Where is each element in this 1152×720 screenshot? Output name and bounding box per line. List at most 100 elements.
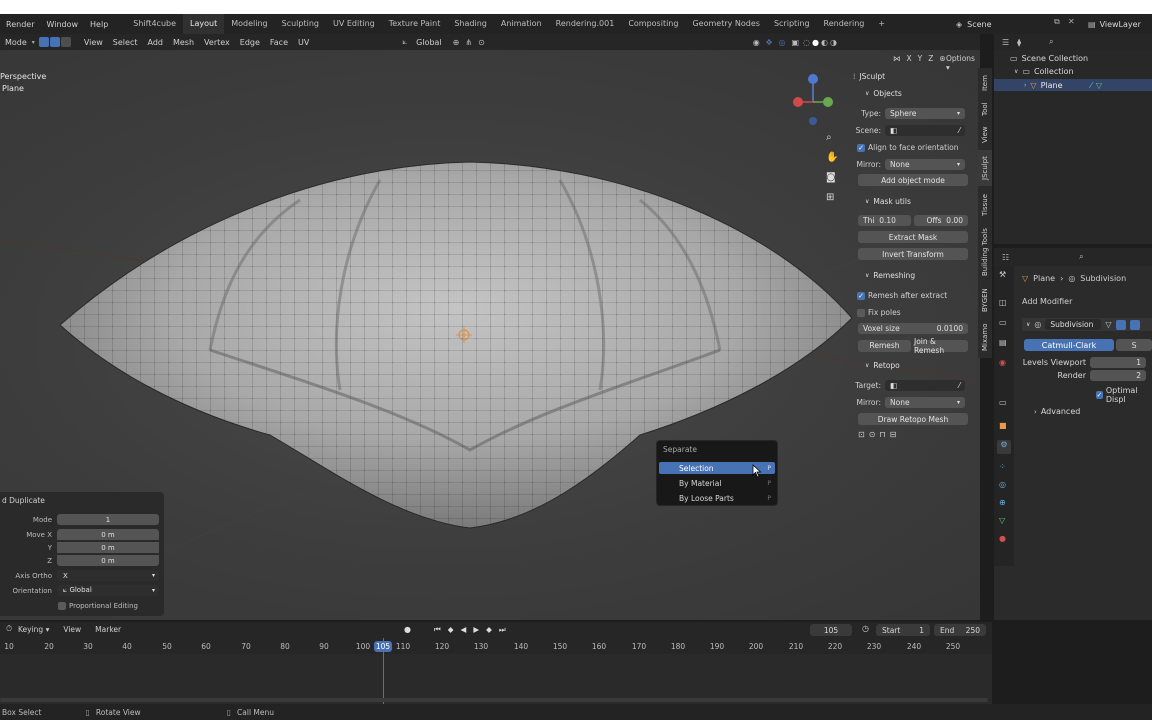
- pan-hand-icon[interactable]: ✋: [826, 152, 838, 163]
- tab-view[interactable]: View: [978, 124, 992, 146]
- mirror-axis-x[interactable]: X: [907, 54, 912, 63]
- eyedropper-icon[interactable]: ⁄: [959, 381, 960, 390]
- record-icon[interactable]: ●: [404, 625, 411, 634]
- extract-mask-button[interactable]: Extract Mask: [858, 231, 968, 243]
- particles-tab-icon[interactable]: ⁘: [999, 462, 1006, 471]
- redo-proportional-checkbox[interactable]: [58, 601, 66, 610]
- retopo-section[interactable]: ∨ Retopo: [865, 359, 990, 372]
- tool-tab-icon[interactable]: ⚒: [999, 270, 1006, 279]
- jump-end-icon[interactable]: ⏭: [499, 625, 506, 635]
- menu-marker[interactable]: Marker: [95, 625, 121, 634]
- menu-uv[interactable]: UV: [293, 38, 314, 47]
- ws-tab-shading[interactable]: Shading: [447, 14, 494, 34]
- levels-viewport-field[interactable]: 1: [1090, 357, 1146, 368]
- select-vertex-icon[interactable]: [38, 37, 49, 47]
- align-face-checkbox[interactable]: ✓: [857, 143, 865, 152]
- fix-poles-row[interactable]: Fix poles: [857, 306, 982, 319]
- menu-keying[interactable]: Keying ▾: [18, 625, 49, 634]
- properties-editor-icon[interactable]: ☷: [1002, 253, 1009, 262]
- object-tab-icon[interactable]: ■: [999, 421, 1007, 430]
- timeline-ruler[interactable]: [0, 638, 992, 654]
- menu-timeline-view[interactable]: View: [63, 625, 81, 634]
- redo-y-field[interactable]: 0 m: [57, 542, 159, 553]
- retopo-tool-3-icon[interactable]: ⊓: [879, 430, 885, 439]
- data-tab-icon[interactable]: ▽: [999, 516, 1005, 525]
- physics-tab-icon[interactable]: ◎: [999, 480, 1006, 489]
- fix-poles-checkbox[interactable]: [857, 308, 865, 317]
- xray-icon[interactable]: ▣: [791, 38, 799, 47]
- output-tab-icon[interactable]: ▭: [999, 318, 1007, 327]
- add-modifier-button[interactable]: Add Modifier: [1022, 297, 1072, 306]
- retopo-tool-1-icon[interactable]: ⊡: [858, 430, 865, 439]
- remesh-after-row[interactable]: ✓ Remesh after extract: [857, 289, 982, 302]
- redo-mode-field[interactable]: 1: [57, 514, 159, 525]
- outliner-scene-collection[interactable]: ▭ Scene Collection: [1010, 54, 1088, 63]
- tab-tissue[interactable]: Tissue: [978, 190, 992, 220]
- ws-tab-geometry-nodes[interactable]: Geometry Nodes: [685, 14, 766, 34]
- mirror-axis-y[interactable]: Y: [918, 54, 923, 63]
- ws-tab-texture-paint[interactable]: Texture Paint: [382, 14, 448, 34]
- type-dropdown[interactable]: Sphere ▾: [885, 108, 965, 119]
- shading-wire-icon[interactable]: ◌: [803, 38, 810, 47]
- redo-movex-field[interactable]: 0 m: [57, 529, 159, 540]
- tab-building-tools[interactable]: Building Tools: [978, 224, 992, 280]
- scene-selector[interactable]: ◈ Scene: [956, 17, 1016, 31]
- material-tab-icon[interactable]: ●: [999, 534, 1006, 543]
- menu-face[interactable]: Face: [265, 38, 293, 47]
- optimal-display-row[interactable]: ✓ Optimal Displ: [1096, 386, 1152, 404]
- modifier-name-field[interactable]: Subdivision: [1045, 319, 1102, 330]
- filter-icon[interactable]: ▽: [1105, 320, 1111, 329]
- redo-proportional-row[interactable]: Proportional Editing: [58, 600, 158, 611]
- search-icon[interactable]: ⌕: [1079, 252, 1083, 262]
- viewlayer-selector[interactable]: ▤ ViewLayer: [1088, 17, 1152, 31]
- tab-item[interactable]: Item: [978, 72, 992, 94]
- auto-merge-icon[interactable]: ⊛: [939, 54, 945, 63]
- transform-orientation[interactable]: Global: [411, 38, 447, 47]
- ws-tab-rendering-001[interactable]: Rendering.001: [549, 14, 622, 34]
- retopo-tool-4-icon[interactable]: ⊟: [890, 430, 897, 439]
- menu-view[interactable]: View: [79, 38, 108, 47]
- remeshing-section[interactable]: ∨ Remeshing: [865, 269, 990, 282]
- menu-select[interactable]: Select: [108, 38, 143, 47]
- ortho-grid-icon[interactable]: ⊞: [826, 192, 834, 203]
- thi-field[interactable]: Thi 0.10: [858, 215, 911, 226]
- outliner-plane-row[interactable]: › ▽ Plane ⁄ ▽: [994, 79, 1152, 91]
- menu-help[interactable]: Help: [84, 20, 114, 29]
- shading-material-icon[interactable]: ◐: [821, 38, 828, 47]
- ws-tab-scripting[interactable]: Scripting: [767, 14, 817, 34]
- end-frame-field[interactable]: End 250: [934, 624, 986, 636]
- voxel-size-field[interactable]: Voxel size 0.0100: [858, 323, 968, 334]
- delete-scene-icon[interactable]: ✕: [1068, 17, 1078, 31]
- preview-range-icon[interactable]: ◷: [862, 624, 869, 633]
- catmull-clark-button[interactable]: Catmull-Clark: [1024, 339, 1114, 351]
- separate-by-material-item[interactable]: By Material P: [659, 477, 775, 489]
- target-object-field[interactable]: ◧ ⁄: [885, 380, 965, 391]
- mirror-dropdown[interactable]: None ▾: [885, 159, 965, 170]
- select-edge-icon[interactable]: [49, 37, 60, 47]
- tab-bygen[interactable]: BYGEN: [978, 284, 992, 316]
- timeline-editor-icon[interactable]: ⏱: [6, 624, 14, 636]
- search-icon[interactable]: ⌕: [1049, 37, 1053, 47]
- shading-solid-icon[interactable]: ●: [812, 38, 819, 47]
- retopo-tool-2-icon[interactable]: ⊙: [869, 430, 876, 439]
- ws-tab-sculpting[interactable]: Sculpting: [275, 14, 326, 34]
- advanced-section[interactable]: › Advanced: [1034, 407, 1080, 416]
- start-frame-field[interactable]: Start 1: [876, 624, 930, 636]
- camera-icon[interactable]: ◙: [826, 172, 836, 183]
- join-remesh-button[interactable]: Join & Remesh: [914, 337, 968, 355]
- eyedropper-icon[interactable]: ⁄: [959, 126, 960, 135]
- proportional-icon[interactable]: ⊙: [478, 38, 485, 47]
- menu-vertex[interactable]: Vertex: [199, 38, 235, 47]
- ws-tab-layout[interactable]: Layout: [183, 14, 225, 34]
- outliner-editor-icon[interactable]: ☰: [1002, 38, 1009, 47]
- modifier-panel-header[interactable]: ∨ ◎ Subdivision ▽: [1022, 318, 1152, 331]
- draw-retopo-button[interactable]: Draw Retopo Mesh: [858, 413, 968, 425]
- playhead-frame[interactable]: 105: [374, 641, 392, 652]
- copy-scene-icon[interactable]: ⧉: [1054, 17, 1064, 31]
- ws-tab-animation[interactable]: Animation: [494, 14, 549, 34]
- play-icon[interactable]: ▶: [473, 625, 479, 635]
- mirror-axis-z[interactable]: Z: [928, 54, 933, 63]
- scene-object-field[interactable]: ◧ ⁄: [885, 125, 965, 136]
- menu-mesh[interactable]: Mesh: [168, 38, 199, 47]
- separate-by-loose-parts-item[interactable]: By Loose Parts P: [659, 492, 775, 504]
